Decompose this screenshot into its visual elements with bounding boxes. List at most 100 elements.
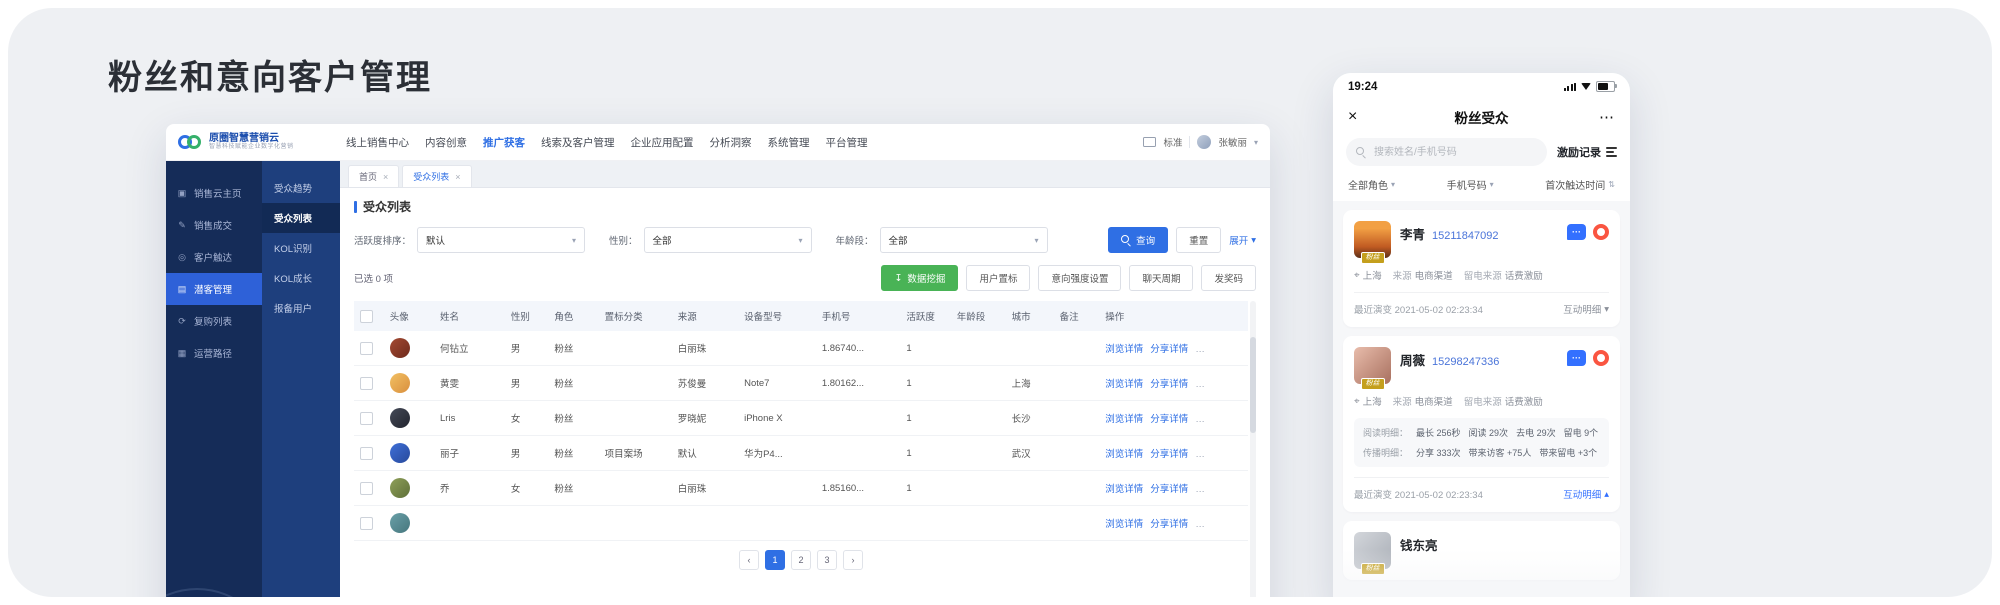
share-detail-link[interactable]: 分享详情 <box>1150 519 1188 530</box>
chat-cycle-button[interactable]: 聊天周期 <box>1129 265 1193 291</box>
share-detail-link[interactable]: 分享详情 <box>1150 344 1188 355</box>
share-detail-link[interactable]: 分享详情 <box>1150 449 1188 460</box>
fan-card[interactable]: 粉丝 李青 15211847092 ··· ⌖ <box>1343 210 1620 327</box>
row-checkbox[interactable] <box>360 447 373 460</box>
table-scrollbar[interactable] <box>1250 301 1256 597</box>
data-mining-button[interactable]: ↧ 数据挖掘 <box>881 265 958 291</box>
sidebar-item-sales-deals[interactable]: ✎ 销售成交 <box>166 209 262 241</box>
age-select[interactable]: 全部 ▾ <box>880 227 1048 253</box>
select-all-checkbox[interactable] <box>360 310 373 323</box>
sidebar-item-prospect-management-active[interactable]: ▤ 潜客管理 <box>166 273 262 305</box>
gender-select[interactable]: 全部 ▾ <box>644 227 812 253</box>
first-touch-label: 首次触达时间 <box>1545 177 1605 192</box>
call-record-icon[interactable] <box>1593 350 1609 366</box>
close-icon[interactable]: × <box>383 172 388 182</box>
sidebar-item-repurchase[interactable]: ⟳ 复购列表 <box>166 305 262 337</box>
fan-card-expanded[interactable]: 粉丝 周薇 15298247336 ··· ⌖ <box>1343 336 1620 512</box>
more-icon[interactable]: … <box>1195 449 1205 460</box>
page-3-button[interactable]: 3 <box>817 550 837 570</box>
sort-select[interactable]: 默认 ▾ <box>417 227 585 253</box>
nav-item-leads[interactable]: 线索及客户管理 <box>541 135 615 150</box>
nav-item-analytics[interactable]: 分析洞察 <box>710 135 752 150</box>
plan-label[interactable]: 标准 <box>1163 135 1182 149</box>
user-name[interactable]: 张敏丽 <box>1218 135 1247 149</box>
interaction-detail-toggle[interactable]: 互动明细 ▾ <box>1563 302 1609 316</box>
cell-phone: 1.85160... <box>816 471 901 506</box>
row-checkbox[interactable] <box>360 377 373 390</box>
cell-city: 长沙 <box>1006 401 1054 436</box>
prev-page-button[interactable]: ‹ <box>739 550 759 570</box>
sidebar-item-customer-reach[interactable]: ◎ 客户触达 <box>166 241 262 273</box>
search-button[interactable]: 查询 <box>1108 227 1168 253</box>
audience-table: 头像 姓名 性别 角色 置标分类 来源 设备型号 手机号 活跃度 <box>354 301 1248 541</box>
call-record-icon[interactable] <box>1593 224 1609 240</box>
user-tag-button[interactable]: 用户置标 <box>966 265 1030 291</box>
search-box[interactable] <box>1346 138 1547 166</box>
secondary-sidebar: 受众趋势 受众列表 KOL识别 KOL成长 报备用户 <box>262 161 340 597</box>
submenu-audience-list-active[interactable]: 受众列表 <box>262 203 340 233</box>
sidebar-item-sales-home[interactable]: ▣ 销售云主页 <box>166 177 262 209</box>
cell-note <box>1054 366 1100 401</box>
tab-home[interactable]: 首页 × <box>348 165 399 187</box>
nav-item-online-sales[interactable]: 线上销售中心 <box>346 135 409 150</box>
row-checkbox[interactable] <box>360 412 373 425</box>
page-1-button[interactable]: 1 <box>765 550 785 570</box>
divider <box>1354 292 1609 293</box>
intent-strength-button[interactable]: 意向强度设置 <box>1038 265 1121 291</box>
reward-record-link[interactable]: 激励记录 <box>1557 144 1617 160</box>
table-row: Lris 女 粉丝 罗晓妮 iPhone X 1 <box>354 401 1248 436</box>
scrollbar-thumb[interactable] <box>1250 337 1256 433</box>
tab-audience-list-active[interactable]: 受众列表 × <box>402 165 471 187</box>
nav-item-content[interactable]: 内容创意 <box>425 135 467 150</box>
expand-toggle[interactable]: 展开 ▾ <box>1229 233 1256 247</box>
interaction-detail-toggle[interactable]: 互动明细 ▴ <box>1563 487 1609 501</box>
cell-source <box>672 506 738 541</box>
submenu-kol-identify[interactable]: KOL识别 <box>262 233 340 263</box>
view-detail-link[interactable]: 浏览详情 <box>1105 344 1143 355</box>
view-detail-link[interactable]: 浏览详情 <box>1105 414 1143 425</box>
submenu-kol-growth[interactable]: KOL成长 <box>262 263 340 293</box>
share-detail-link[interactable]: 分享详情 <box>1150 414 1188 425</box>
submenu-audience-trend[interactable]: 受众趋势 <box>262 173 340 203</box>
first-touch-sort[interactable]: 首次触达时间 ⇅ <box>1545 177 1615 192</box>
primary-sidebar: ▣ 销售云主页 ✎ 销售成交 ◎ 客户触达 ▤ 潜客管理 <box>166 161 262 597</box>
close-icon[interactable]: × <box>455 172 460 182</box>
fan-card[interactable]: 粉丝 钱东亮 <box>1343 521 1620 580</box>
chevron-down-icon[interactable]: ▾ <box>1254 138 1258 147</box>
page-2-button[interactable]: 2 <box>791 550 811 570</box>
phone-filter[interactable]: 手机号码 ▾ <box>1447 177 1494 192</box>
prize-code-button[interactable]: 发奖码 <box>1201 265 1256 291</box>
user-avatar[interactable] <box>1197 135 1211 149</box>
nav-item-platform[interactable]: 平台管理 <box>826 135 868 150</box>
nav-item-system[interactable]: 系统管理 <box>768 135 810 150</box>
col-gender: 性别 <box>505 301 548 331</box>
chat-icon[interactable]: ··· <box>1567 350 1586 366</box>
nav-item-enterprise-config[interactable]: 企业应用配置 <box>631 135 694 150</box>
marketing-banner: 粉丝和意向客户管理 原圈智慧营销云 智慧科技赋能企业数字化营销 线上销售中心 内… <box>0 0 2000 605</box>
more-icon[interactable]: … <box>1195 519 1205 530</box>
share-detail-link[interactable]: 分享详情 <box>1150 484 1188 495</box>
view-detail-link[interactable]: 浏览详情 <box>1105 379 1143 390</box>
more-menu-icon[interactable]: ⋯ <box>1599 108 1615 126</box>
chat-icon[interactable]: ··· <box>1567 224 1586 240</box>
search-input[interactable] <box>1372 146 1537 159</box>
row-checkbox[interactable] <box>360 517 373 530</box>
share-detail-link[interactable]: 分享详情 <box>1150 379 1188 390</box>
role-filter[interactable]: 全部角色 ▾ <box>1348 177 1395 192</box>
row-checkbox[interactable] <box>360 342 373 355</box>
submenu-report-users[interactable]: 报备用户 <box>262 293 340 323</box>
sidebar-item-operation-path[interactable]: ▦ 运营路径 <box>166 337 262 369</box>
more-icon[interactable]: … <box>1195 484 1205 495</box>
view-detail-link[interactable]: 浏览详情 <box>1105 449 1143 460</box>
view-detail-link[interactable]: 浏览详情 <box>1105 484 1143 495</box>
row-checkbox[interactable] <box>360 482 373 495</box>
accent-bar <box>354 201 357 213</box>
more-icon[interactable]: … <box>1195 344 1205 355</box>
view-detail-link[interactable]: 浏览详情 <box>1105 519 1143 530</box>
reset-button[interactable]: 重置 <box>1176 227 1221 253</box>
more-icon[interactable]: … <box>1195 414 1205 425</box>
next-page-button[interactable]: › <box>843 550 863 570</box>
nav-item-promotion-active[interactable]: 推广获客 <box>483 135 525 150</box>
more-icon[interactable]: … <box>1195 379 1205 390</box>
recent-activity: 最近演变 2021-05-02 02:23:34 <box>1354 487 1483 501</box>
